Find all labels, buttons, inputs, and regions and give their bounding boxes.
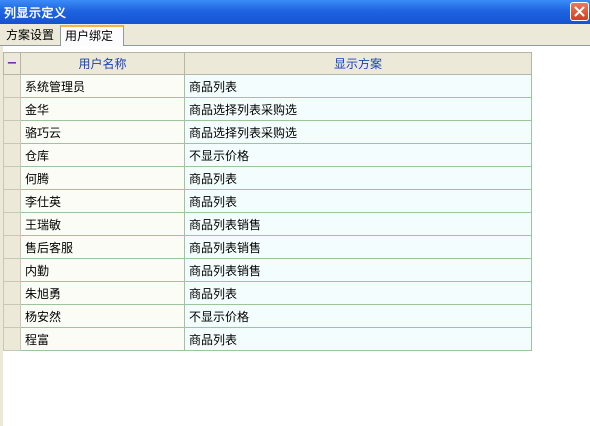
cell-display-scheme[interactable]: 不显示价格 (184, 143, 532, 167)
row-indicator[interactable] (3, 235, 21, 259)
cell-display-scheme[interactable]: 商品列表 (184, 166, 532, 190)
row-indicator[interactable] (3, 74, 21, 98)
row-indicator[interactable] (3, 143, 21, 167)
table-row[interactable]: 何腾 商品列表 (3, 166, 532, 190)
cell-user-name[interactable]: 朱旭勇 (20, 281, 185, 305)
cell-user-name[interactable]: 系统管理员 (20, 74, 185, 98)
user-binding-grid: − 用户名称 显示方案 系统管理员 商品列表 金华 商品选择列表采购选 骆巧云 商品选择列… (3, 52, 532, 351)
grid-header-row: − 用户名称 显示方案 (3, 52, 532, 75)
collapse-toggle[interactable]: − (3, 52, 21, 75)
row-indicator[interactable] (3, 281, 21, 305)
cell-user-name[interactable]: 骆巧云 (20, 120, 185, 144)
table-row[interactable]: 王瑞敏 商品列表销售 (3, 212, 532, 236)
cell-display-scheme[interactable]: 商品列表 (184, 281, 532, 305)
table-row[interactable]: 仓库 不显示价格 (3, 143, 532, 167)
close-icon (574, 6, 585, 17)
table-row[interactable]: 朱旭勇 商品列表 (3, 281, 532, 305)
cell-user-name[interactable]: 金华 (20, 97, 185, 121)
cell-user-name[interactable]: 王瑞敏 (20, 212, 185, 236)
column-header-user-name[interactable]: 用户名称 (20, 52, 185, 75)
cell-user-name[interactable]: 售后客服 (20, 235, 185, 259)
table-row[interactable]: 金华 商品选择列表采购选 (3, 97, 532, 121)
cell-display-scheme[interactable]: 商品列表销售 (184, 212, 532, 236)
row-indicator[interactable] (3, 304, 21, 328)
table-row[interactable]: 售后客服 商品列表销售 (3, 235, 532, 259)
table-row[interactable]: 系统管理员 商品列表 (3, 74, 532, 98)
cell-display-scheme[interactable]: 商品列表销售 (184, 258, 532, 282)
cell-user-name[interactable]: 何腾 (20, 166, 185, 190)
row-indicator[interactable] (3, 166, 21, 190)
minus-icon: − (6, 56, 18, 71)
row-indicator[interactable] (3, 189, 21, 213)
table-row[interactable]: 杨安然 不显示价格 (3, 304, 532, 328)
cell-user-name[interactable]: 仓库 (20, 143, 185, 167)
row-indicator[interactable] (3, 120, 21, 144)
cell-display-scheme[interactable]: 商品列表 (184, 74, 532, 98)
title-bar[interactable]: 列显示定义 (0, 0, 590, 24)
table-row[interactable]: 骆巧云 商品选择列表采购选 (3, 120, 532, 144)
tab-bar: 方案设置 用户绑定 (0, 24, 590, 47)
cell-display-scheme[interactable]: 商品列表 (184, 189, 532, 213)
cell-display-scheme[interactable]: 商品列表 (184, 327, 532, 351)
cell-display-scheme[interactable]: 商品选择列表采购选 (184, 120, 532, 144)
tab-user-binding[interactable]: 用户绑定 (60, 25, 124, 47)
cell-display-scheme[interactable]: 不显示价格 (184, 304, 532, 328)
cell-user-name[interactable]: 内勤 (20, 258, 185, 282)
cell-user-name[interactable]: 李仕英 (20, 189, 185, 213)
column-header-display-scheme[interactable]: 显示方案 (184, 52, 532, 75)
row-indicator[interactable] (3, 258, 21, 282)
cell-display-scheme[interactable]: 商品列表销售 (184, 235, 532, 259)
row-indicator[interactable] (3, 212, 21, 236)
table-row[interactable]: 程富 商品列表 (3, 327, 532, 351)
table-row[interactable]: 李仕英 商品列表 (3, 189, 532, 213)
row-indicator[interactable] (3, 97, 21, 121)
tab-content: − 用户名称 显示方案 系统管理员 商品列表 金华 商品选择列表采购选 骆巧云 商品选择列… (0, 46, 590, 426)
cell-display-scheme[interactable]: 商品选择列表采购选 (184, 97, 532, 121)
window-title: 列显示定义 (4, 6, 67, 20)
cell-user-name[interactable]: 程富 (20, 327, 185, 351)
cell-user-name[interactable]: 杨安然 (20, 304, 185, 328)
table-row[interactable]: 内勤 商品列表销售 (3, 258, 532, 282)
tab-scheme-settings[interactable]: 方案设置 (2, 27, 58, 46)
row-indicator[interactable] (3, 327, 21, 351)
close-button[interactable] (570, 2, 589, 21)
